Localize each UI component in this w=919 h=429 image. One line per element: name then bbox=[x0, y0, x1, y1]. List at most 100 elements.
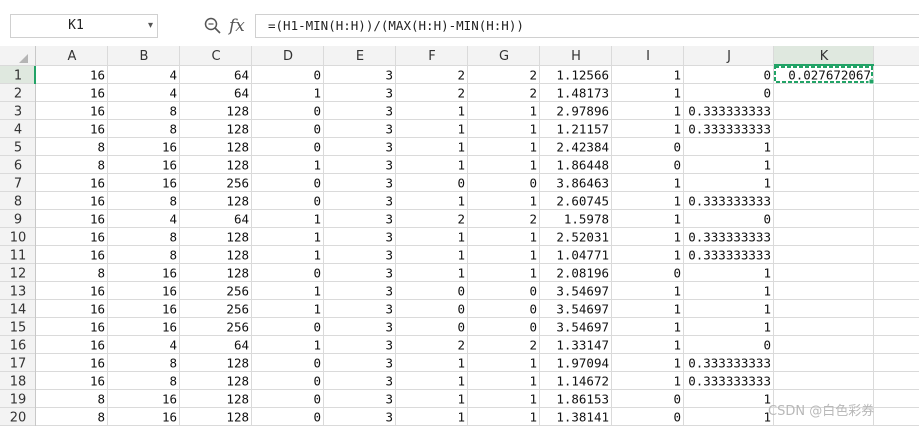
name-box[interactable]: K1 ▾ bbox=[10, 14, 158, 38]
cell-b2[interactable]: 4 bbox=[169, 86, 177, 101]
cell-j2[interactable]: 0 bbox=[763, 86, 771, 101]
cell-i4[interactable]: 1 bbox=[673, 122, 681, 137]
cell-d18[interactable]: 0 bbox=[313, 374, 321, 389]
cell-e8[interactable]: 3 bbox=[385, 194, 393, 209]
cell-a8[interactable]: 16 bbox=[90, 194, 105, 209]
cell-j11[interactable]: 0.333333333 bbox=[688, 248, 771, 263]
cell-j5[interactable]: 1 bbox=[763, 140, 771, 155]
cell-f1[interactable]: 2 bbox=[457, 68, 465, 83]
cell-c1[interactable]: 64 bbox=[234, 68, 249, 83]
cell-i6[interactable]: 0 bbox=[673, 158, 681, 173]
cell-j9[interactable]: 0 bbox=[763, 212, 771, 227]
cell-j18[interactable]: 0.333333333 bbox=[688, 374, 771, 389]
cell-j15[interactable]: 1 bbox=[763, 320, 771, 335]
cell-b20[interactable]: 16 bbox=[162, 410, 177, 425]
cell-f12[interactable]: 1 bbox=[457, 266, 465, 281]
column-header-e[interactable]: E bbox=[356, 49, 364, 64]
formula-input[interactable]: =(H1-MIN(H:H))/(MAX(H:H)-MIN(H:H)) bbox=[255, 14, 919, 38]
cell-c3[interactable]: 128 bbox=[226, 104, 249, 119]
cell-e7[interactable]: 3 bbox=[385, 176, 393, 191]
cell-b18[interactable]: 8 bbox=[169, 374, 177, 389]
row-header-17[interactable]: 17 bbox=[10, 357, 27, 372]
cell-c8[interactable]: 128 bbox=[226, 194, 249, 209]
cell-j3[interactable]: 0.333333333 bbox=[688, 104, 771, 119]
cell-a2[interactable]: 16 bbox=[90, 86, 105, 101]
cell-h12[interactable]: 2.08196 bbox=[556, 266, 609, 281]
cell-g18[interactable]: 1 bbox=[529, 374, 537, 389]
cell-a5[interactable]: 8 bbox=[97, 140, 105, 155]
cell-h10[interactable]: 2.52031 bbox=[556, 230, 609, 245]
cell-d4[interactable]: 0 bbox=[313, 122, 321, 137]
cell-e19[interactable]: 3 bbox=[385, 392, 393, 407]
cell-d12[interactable]: 0 bbox=[313, 266, 321, 281]
row-header-15[interactable]: 15 bbox=[10, 321, 27, 336]
cell-b15[interactable]: 16 bbox=[162, 320, 177, 335]
cell-d8[interactable]: 0 bbox=[313, 194, 321, 209]
cell-d19[interactable]: 0 bbox=[313, 392, 321, 407]
row-header-12[interactable]: 12 bbox=[10, 267, 27, 282]
cell-f15[interactable]: 0 bbox=[457, 320, 465, 335]
cell-e9[interactable]: 3 bbox=[385, 212, 393, 227]
cell-c15[interactable]: 256 bbox=[226, 320, 249, 335]
cell-i11[interactable]: 1 bbox=[673, 248, 681, 263]
cell-a20[interactable]: 8 bbox=[97, 410, 105, 425]
cell-d20[interactable]: 0 bbox=[313, 410, 321, 425]
cell-h7[interactable]: 3.86463 bbox=[556, 176, 609, 191]
cell-j17[interactable]: 0.333333333 bbox=[688, 356, 771, 371]
cell-i19[interactable]: 0 bbox=[673, 392, 681, 407]
cell-g20[interactable]: 1 bbox=[529, 410, 537, 425]
cell-j4[interactable]: 0.333333333 bbox=[688, 122, 771, 137]
cell-e20[interactable]: 3 bbox=[385, 410, 393, 425]
cell-j12[interactable]: 1 bbox=[763, 266, 771, 281]
cell-c6[interactable]: 128 bbox=[226, 158, 249, 173]
cell-g17[interactable]: 1 bbox=[529, 356, 537, 371]
cell-i8[interactable]: 1 bbox=[673, 194, 681, 209]
cell-f17[interactable]: 1 bbox=[457, 356, 465, 371]
row-header-2[interactable]: 2 bbox=[14, 87, 22, 102]
row-header-6[interactable]: 6 bbox=[14, 159, 22, 174]
cell-h18[interactable]: 1.14672 bbox=[556, 374, 609, 389]
cell-k1[interactable]: 0.027672067 bbox=[788, 68, 871, 83]
cell-h13[interactable]: 3.54697 bbox=[556, 284, 609, 299]
cell-e4[interactable]: 3 bbox=[385, 122, 393, 137]
cell-b1[interactable]: 4 bbox=[169, 68, 177, 83]
cell-f13[interactable]: 0 bbox=[457, 284, 465, 299]
cell-h9[interactable]: 1.5978 bbox=[564, 212, 609, 227]
cell-i3[interactable]: 1 bbox=[673, 104, 681, 119]
cell-e15[interactable]: 3 bbox=[385, 320, 393, 335]
column-header-g[interactable]: G bbox=[499, 49, 509, 64]
row-header-13[interactable]: 13 bbox=[10, 285, 27, 300]
column-header-b[interactable]: B bbox=[140, 49, 149, 64]
cell-a16[interactable]: 16 bbox=[90, 338, 105, 353]
cell-b3[interactable]: 8 bbox=[169, 104, 177, 119]
cell-i18[interactable]: 1 bbox=[673, 374, 681, 389]
cell-d10[interactable]: 1 bbox=[313, 230, 321, 245]
cell-a12[interactable]: 8 bbox=[97, 266, 105, 281]
column-header-a[interactable]: A bbox=[68, 49, 77, 64]
cell-a14[interactable]: 16 bbox=[90, 302, 105, 317]
cell-h19[interactable]: 1.86153 bbox=[556, 392, 609, 407]
cell-g5[interactable]: 1 bbox=[529, 140, 537, 155]
cell-a1[interactable]: 16 bbox=[90, 68, 105, 83]
cell-g11[interactable]: 1 bbox=[529, 248, 537, 263]
cell-g9[interactable]: 2 bbox=[529, 212, 537, 227]
cell-g10[interactable]: 1 bbox=[529, 230, 537, 245]
row-header-4[interactable]: 4 bbox=[14, 123, 22, 138]
cell-h11[interactable]: 1.04771 bbox=[556, 248, 609, 263]
cell-j13[interactable]: 1 bbox=[763, 284, 771, 299]
cell-e13[interactable]: 3 bbox=[385, 284, 393, 299]
row-header-3[interactable]: 3 bbox=[14, 105, 22, 120]
sheet-grid[interactable]: A B C D E F G H I J K12345678910111213141516171819… bbox=[0, 46, 919, 429]
cell-d16[interactable]: 1 bbox=[313, 338, 321, 353]
cell-j14[interactable]: 1 bbox=[763, 302, 771, 317]
cell-b19[interactable]: 16 bbox=[162, 392, 177, 407]
cell-e14[interactable]: 3 bbox=[385, 302, 393, 317]
cell-d7[interactable]: 0 bbox=[313, 176, 321, 191]
cell-h14[interactable]: 3.54697 bbox=[556, 302, 609, 317]
cell-c9[interactable]: 64 bbox=[234, 212, 249, 227]
cell-e16[interactable]: 3 bbox=[385, 338, 393, 353]
cell-d1[interactable]: 0 bbox=[313, 68, 321, 83]
cell-a11[interactable]: 16 bbox=[90, 248, 105, 263]
cell-b10[interactable]: 8 bbox=[169, 230, 177, 245]
row-header-16[interactable]: 16 bbox=[10, 339, 27, 354]
